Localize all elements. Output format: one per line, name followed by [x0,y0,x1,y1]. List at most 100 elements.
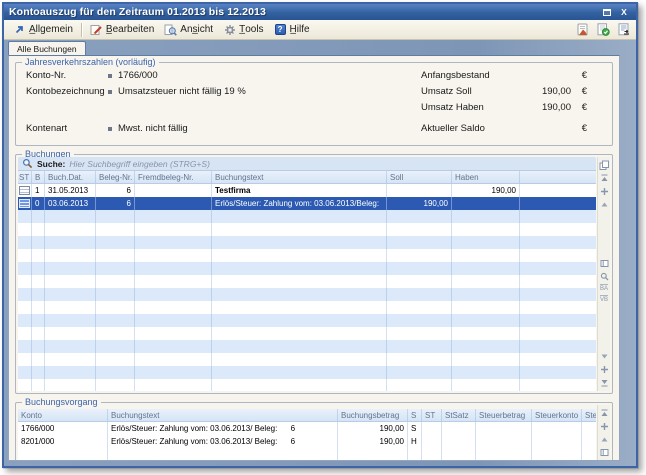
col-beleg-nr: Beleg-Nr. [96,171,135,183]
field-value: 190,00 [519,102,571,113]
table-row[interactable]: 8201/000 Erlös/Steuer: Zahlung vom: 03.0… [18,435,596,448]
value-bullet-icon [108,90,112,94]
col-buchdat: Buch.Dat. [45,171,96,183]
search-bar[interactable]: Suche: Hier Suchbegriff eingeben (STRG+S… [18,157,596,171]
edit-icon [90,24,103,36]
col-stsatz: StSatz [442,409,476,421]
scroll-down-icon[interactable] [599,351,610,362]
view-magnifier-icon [164,24,177,36]
menu-separator [81,23,82,37]
bookings-nav-strip: BA VB [597,157,610,391]
summary-group: Jahresverkehrszahlen (vorläufig) Konto-N… [15,62,613,146]
empty-row [18,275,596,288]
col-extra [520,171,596,183]
column-chooser-icon[interactable] [599,160,610,171]
desktop: Kontoauszug für den Zeitraum 01.2013 bis… [0,0,646,475]
menu-allgemein[interactable]: A̲llgemein [8,22,78,38]
restore-button[interactable] [600,6,614,18]
titlebar[interactable]: Kontoauszug für den Zeitraum 01.2013 bis… [4,4,636,20]
scroll-top-icon[interactable] [599,408,610,419]
table-row[interactable]: 1766/000 Erlös/Steuer: Zahlung vom: 03.0… [18,422,596,435]
split-view-icon[interactable] [599,258,610,269]
tab-alle-buchungen[interactable]: Alle Buchungen [8,41,86,55]
value-bullet-icon [108,74,112,78]
empty-row [18,379,596,391]
empty-row [18,314,596,327]
col-steuerkonto-1: Steuerkonto 1 [532,409,582,421]
transaction-grid: Konto Buchungstext Buchungsbetrag S ST S… [18,409,596,461]
bookings-group: Buchungen Suche: Hier Suchbegriff eingeb… [15,154,613,394]
value-bullet-icon [108,127,112,131]
scroll-up-icon[interactable] [599,434,610,445]
field-umsatz-haben: Umsatz Haben 190,00 € [421,102,599,113]
menu-label: H̲ilfe [290,24,310,35]
transaction-group-title: Buchungsvorgang [22,397,101,408]
menu-label: A̲llgemein [29,24,73,35]
scroll-top-icon[interactable] [599,173,610,184]
ba-button[interactable]: BA [600,284,608,293]
col-steuerbetrag: Steuerbetrag [476,409,532,421]
currency-symbol: € [571,86,587,97]
report-icon[interactable] [574,22,590,37]
col-b: B [32,171,45,183]
search-label: Suche: [37,159,65,169]
currency-symbol: € [571,70,587,81]
menu-hilfe[interactable]: ? H̲ilfe [269,22,315,38]
table-row[interactable]: 1 31.05.2013 6 Testfirma 190,00 [18,184,596,197]
arrow-ne-icon [13,24,26,36]
empty-row [18,262,596,275]
bookings-grid: Suche: Hier Suchbegriff eingeben (STRG+S… [18,157,596,391]
bookings-header-row[interactable]: ST B Buch.Dat. Beleg-Nr. Fremdbeleg-Nr. … [18,171,596,184]
col-fremdbeleg-nr: Fremdbeleg-Nr. [135,171,212,183]
empty-row [18,223,596,236]
menu-tools[interactable]: T̲ools [218,22,268,38]
transaction-group: Buchungsvorgang Konto Buchungstext Buchu… [15,402,613,461]
tabstrip: Alle Buchungen [8,40,86,55]
summary-group-title: Jahresverkehrszahlen (vorläufig) [22,57,159,68]
record-down-icon[interactable] [599,364,610,375]
empty-row [18,340,596,353]
zoom-icon[interactable] [599,271,610,282]
col-s: S [408,409,422,421]
field-anfangsbestand: Anfangsbestand € [421,70,599,81]
table-row-selected[interactable]: 0 03.06.2013 6 Erlös/Steuer: Zahlung vom… [18,197,596,210]
bookings-rows: 1 31.05.2013 6 Testfirma 190,00 [18,184,596,391]
window-title: Kontoauszug für den Zeitraum 01.2013 bis… [9,6,597,18]
record-up-icon[interactable] [599,186,610,197]
search-input[interactable]: Hier Suchbegriff eingeben (STRG+S) [69,159,210,169]
field-value: Mwst. nicht fällig [118,123,188,134]
col-buchungsbetrag: Buchungsbetrag [338,409,408,421]
col-konto: Konto [18,409,108,421]
empty-row [18,249,596,262]
app-window: Kontoauszug für den Zeitraum 01.2013 bis… [2,2,638,468]
vb-button[interactable]: VB [600,295,608,304]
empty-row [18,366,596,379]
field-value: 1766/000 [118,70,158,81]
field-kontobezeichnung: Kontobezeichnung Umsatzsteuer nicht fäll… [26,86,346,97]
record-up-icon[interactable] [599,421,610,432]
empty-row [18,448,596,461]
transaction-header-row[interactable]: Konto Buchungstext Buchungsbetrag S ST S… [18,409,596,422]
empty-row [18,353,596,366]
col-steuerkonto-2: Steuerkonto 2 [582,409,596,421]
col-st: ST [422,409,442,421]
scroll-bottom-icon[interactable] [599,377,610,388]
scroll-up-icon[interactable] [599,199,610,210]
split-view-icon[interactable] [599,447,610,458]
confirm-document-icon[interactable] [595,22,611,37]
currency-symbol: € [571,123,587,134]
transaction-nav-strip [597,405,610,461]
field-konto-nr: Konto-Nr. 1766/000 [26,70,326,81]
menu-bearbeiten[interactable]: B̲earbeiten [85,22,159,38]
record-icon [18,197,32,210]
export-icon[interactable] [616,22,632,37]
menu-label: T̲ools [239,24,263,35]
menu-ansicht[interactable]: Ans̲icht [159,22,218,38]
menubar: A̲llgemein B̲earbeiten Ans̲icht T̲ools [4,20,636,40]
empty-row [18,236,596,249]
empty-row [18,288,596,301]
field-aktueller-saldo: Aktueller Saldo € [421,123,599,134]
close-button[interactable]: X [617,6,631,18]
col-buchungstext: Buchungstext [212,171,387,183]
empty-row [18,210,596,223]
